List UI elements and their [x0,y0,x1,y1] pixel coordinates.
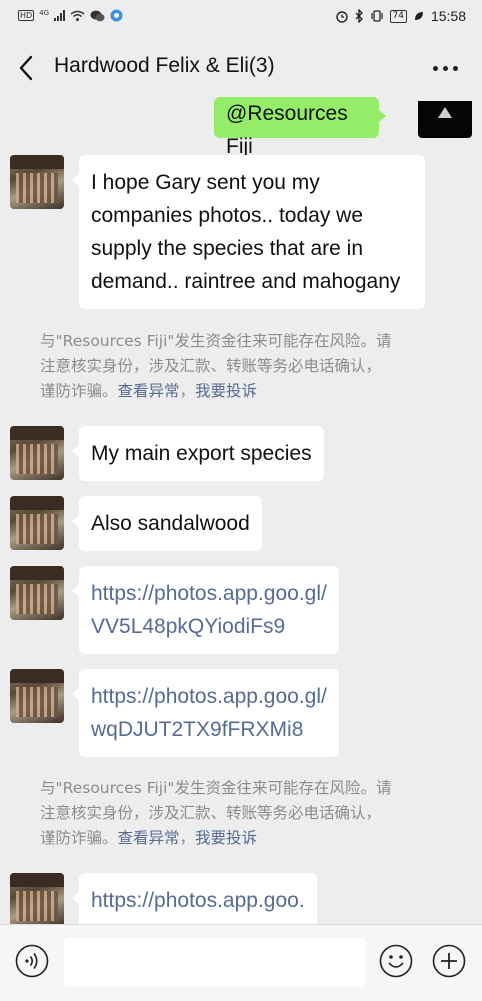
avatar[interactable] [10,496,64,550]
chat-title: Hardwood Felix & Eli(3) [54,54,275,77]
chat-header: Hardwood Felix & Eli(3) [0,36,482,100]
received-message[interactable]: I hope Gary sent you my companies photos… [72,155,425,309]
message-input[interactable] [64,938,366,986]
signal-icon [54,10,66,21]
warning-line: 与"Resources Fiji"发生资金往来可能存在风险。请 [40,332,392,350]
input-bar [0,924,482,1001]
link-line[interactable]: https://photos.app.goo.gl/ [91,680,327,713]
message-line: supply the species that are in [91,237,363,260]
link-line[interactable]: https://photos.app.goo. [91,884,305,917]
view-exception-link[interactable]: 查看异常 [118,382,180,400]
wechat-icon [90,10,105,21]
avatar[interactable] [10,669,64,723]
alarm-icon [335,11,348,23]
leaf-icon [414,12,423,20]
sent-message-text: @Resources Fiji [226,102,348,158]
browser-icon [110,9,123,22]
signal-type: 4G [39,8,50,17]
warning-line: 谨防诈骗。查看异常，我要投诉 [40,826,450,851]
warning-sep: ， [179,829,196,847]
warning-text: 谨防诈骗。 [40,382,118,400]
risk-warning: 与"Resources Fiji"发生资金往来可能存在风险。请 注意核实身份，涉… [40,776,450,851]
risk-warning: 与"Resources Fiji"发生资金往来可能存在风险。请 注意核实身份，涉… [40,329,450,404]
avatar[interactable] [10,426,64,480]
warning-text: 谨防诈骗。 [40,829,118,847]
report-link[interactable]: 我要投诉 [195,382,257,400]
link-line[interactable]: VV5L48pkQYiodiFs9 [91,610,327,643]
report-link[interactable]: 我要投诉 [195,829,257,847]
message-line: demand.. raintree and mahogany [91,270,401,293]
warning-line: 注意核实身份，涉及汇款、转账等务必电话确认， [40,357,382,375]
warning-line: 注意核实身份，涉及汇款、转账等务必电话确认， [40,804,382,822]
status-left: HD 4G [18,9,123,22]
vibrate-icon [370,10,383,22]
plus-icon[interactable] [432,944,466,978]
received-message[interactable]: Also sandalwood [72,496,262,551]
avatar[interactable] [10,873,64,927]
message-text: My main export species [91,442,312,465]
emoji-icon[interactable] [379,944,413,978]
avatar[interactable] [10,155,64,209]
back-icon[interactable] [14,52,40,84]
received-message[interactable]: My main export species [72,426,324,481]
message-line: companies photos.. today we [91,204,363,227]
link-message[interactable]: https://photos.app.goo.gl/ wqDJUT2TX9fFR… [72,669,339,757]
warning-sep: ， [179,382,196,400]
link-line[interactable]: https://photos.app.goo.gl/ [91,577,327,610]
more-options-icon[interactable] [433,66,458,71]
bluetooth-icon [355,9,363,23]
message-line: I hope Gary sent you my [91,171,320,194]
message-text: Also sandalwood [91,512,250,535]
warning-line: 谨防诈骗。查看异常，我要投诉 [40,379,450,404]
my-avatar[interactable] [418,101,472,138]
voice-icon[interactable] [15,944,49,978]
battery-icon: 74 [389,9,407,23]
warning-line: 与"Resources Fiji"发生资金往来可能存在风险。请 [40,779,392,797]
avatar[interactable] [10,566,64,620]
status-bar: HD 4G 74 15:58 [0,0,482,36]
view-exception-link[interactable]: 查看异常 [118,829,180,847]
status-time: 15:58 [430,8,466,24]
sent-message[interactable]: @Resources Fiji [214,97,386,158]
link-message[interactable]: https://photos.app.goo.gl/ VV5L48pkQYiod… [72,566,339,654]
network-label: HD [18,10,35,21]
link-line[interactable]: wqDJUT2TX9fFRXMi8 [91,713,327,746]
status-right: 74 15:58 [335,8,466,24]
wifi-icon [70,10,85,21]
